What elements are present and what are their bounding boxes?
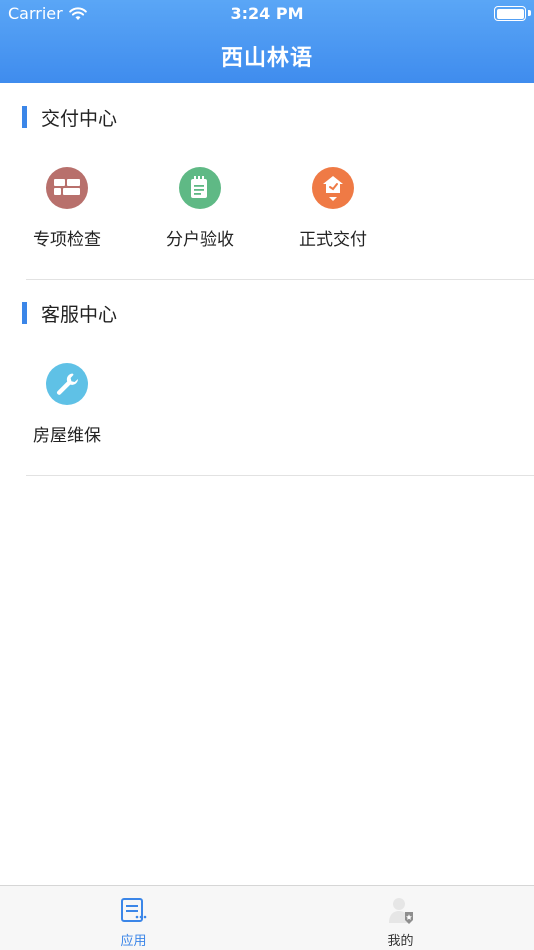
tab-label: 应用 [120,934,147,949]
grid-item-label: 正式交付 [299,230,367,250]
section-accent-bar [22,302,27,324]
profile-icon [388,898,413,924]
battery-tip [528,10,531,16]
section-title: 交付中心 [41,107,118,130]
house-pin-icon [312,167,354,209]
tab-mine[interactable]: 我的 [267,886,534,950]
page-title: 西山林语 [220,46,313,71]
wrench-icon [46,363,88,405]
navigation-bar: Carrier 3:24 PM 西山林语 [0,0,534,83]
grid-item-label: 房屋维保 [33,426,101,446]
status-time: 3:24 PM [230,4,304,23]
grid-blocks-icon [46,167,88,209]
notepad-icon [179,167,221,209]
tab-label: 我的 [387,934,414,949]
status-bar: Carrier 3:24 PM [0,0,534,28]
section-divider [26,279,534,280]
battery-icon [494,6,526,21]
apps-list-icon [120,898,146,922]
grid-item-formal-delivery[interactable]: 正式交付 [266,167,400,267]
tab-bar: 应用 我的 [0,885,534,950]
grid-item-unit-acceptance[interactable]: 分户验收 [133,167,267,267]
grid-item-label: 专项检查 [33,230,101,250]
grid-item-house-maintenance[interactable]: 房屋维保 [0,363,134,463]
section-divider [26,475,534,476]
grid-item-label: 分户验收 [166,230,234,250]
section-accent-bar [22,106,27,128]
section-header: 客服中心 [22,302,118,326]
tab-apps[interactable]: 应用 [0,886,267,950]
grid-item-special-inspection[interactable]: 专项检查 [0,167,134,267]
section-header: 交付中心 [22,106,118,130]
section-title: 客服中心 [41,303,118,326]
